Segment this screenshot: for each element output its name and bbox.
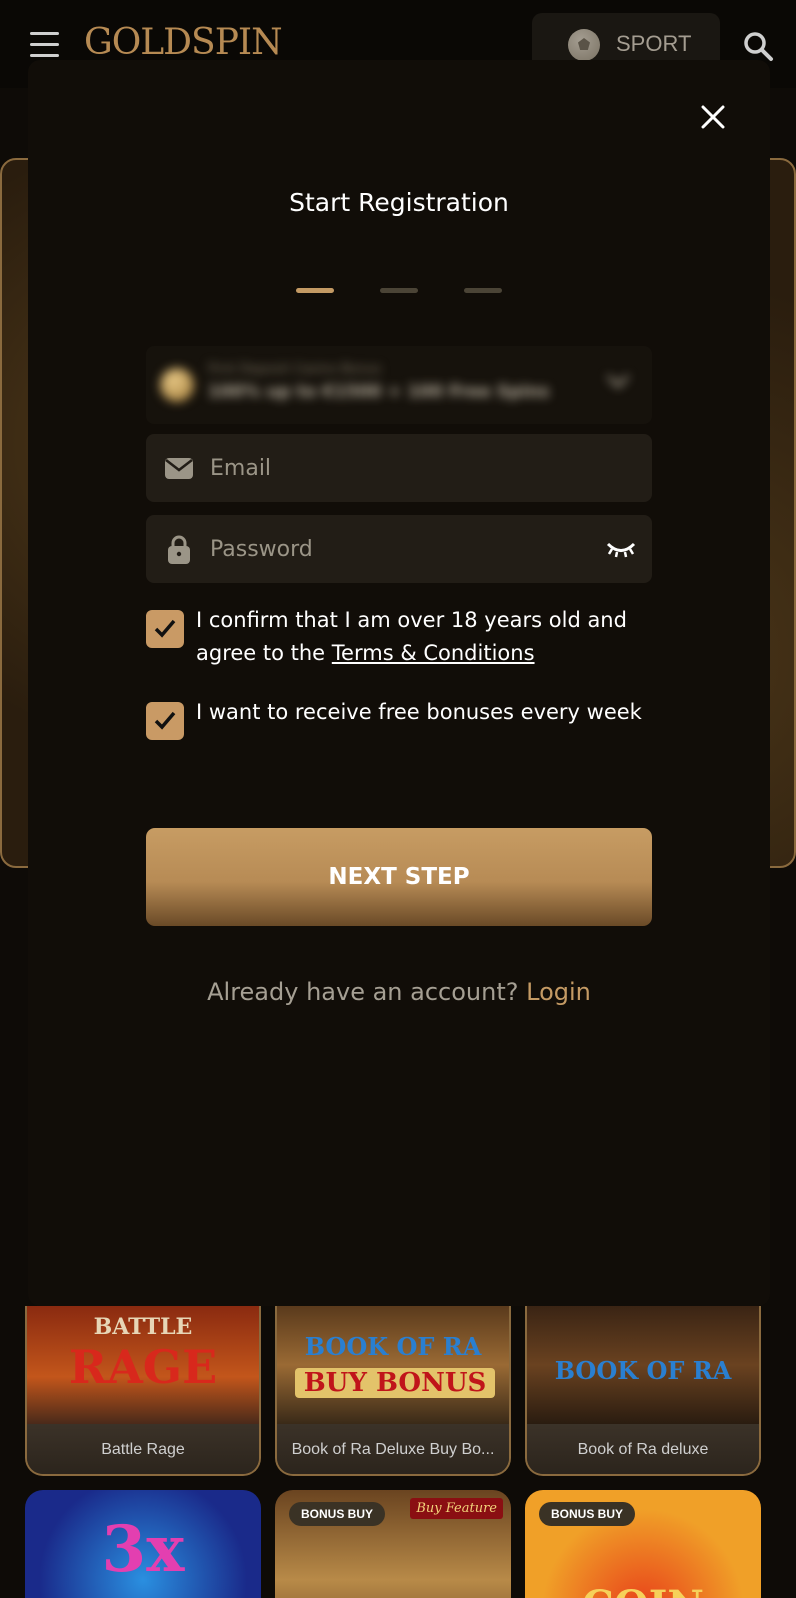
step-3-indicator xyxy=(464,288,502,293)
login-prompt-text: Already have an account? xyxy=(207,978,519,1006)
checkmark-icon xyxy=(154,619,176,638)
goldspin-logo[interactable]: GOLDSPIN xyxy=(84,22,283,63)
bonus-optin-checkbox[interactable] xyxy=(146,702,184,740)
game-thumbnail: BOOK OF RA BUY BONUS xyxy=(277,1306,509,1424)
login-link[interactable]: Login xyxy=(526,978,591,1006)
close-icon[interactable] xyxy=(698,102,728,132)
game-art-text: 3x xyxy=(101,1512,185,1587)
game-art-text: BUY BONUS xyxy=(295,1368,495,1398)
buy-feature-label: Buy Feature xyxy=(410,1498,503,1519)
envelope-icon xyxy=(165,458,193,479)
chevron-down-icon xyxy=(606,374,630,388)
checkmark-icon xyxy=(154,711,176,730)
step-2-indicator xyxy=(380,288,418,293)
game-art-text: BATTLE xyxy=(93,1314,193,1340)
game-title: Battle Rage xyxy=(27,1424,259,1474)
game-thumbnail: BATTLE RAGE xyxy=(27,1306,259,1424)
coin-icon xyxy=(160,368,194,402)
game-card[interactable]: BOOK OF RA BUY BONUS Book of Ra Deluxe B… xyxy=(275,1306,511,1476)
bonus-select-value: 100% up to €1500 + 100 Free Spins xyxy=(208,382,550,402)
bonus-select[interactable]: First Deposit Casino Bonus 100% up to €1… xyxy=(146,346,652,424)
terms-link[interactable]: Terms & Conditions xyxy=(332,641,535,665)
bonus-optin-row: I want to receive free bonuses every wee… xyxy=(146,696,652,766)
email-field xyxy=(146,434,652,502)
sport-tab-label: SPORT xyxy=(616,31,692,56)
age-confirm-row: I confirm that I am over 18 years old an… xyxy=(146,604,652,674)
game-art-text: COIN xyxy=(525,1582,761,1598)
step-indicator xyxy=(296,288,502,294)
step-1-indicator xyxy=(296,288,334,293)
lock-icon xyxy=(168,535,190,564)
password-input[interactable] xyxy=(210,515,590,583)
game-thumbnail: BOOK OF RA xyxy=(527,1306,759,1424)
eye-closed-icon[interactable] xyxy=(606,539,636,559)
registration-modal: Start Registration First Deposit Casino … xyxy=(28,60,770,1306)
bonus-buy-badge: BONUS BUY xyxy=(289,1502,386,1526)
game-title: Book of Ra Deluxe Buy Bo... xyxy=(277,1424,509,1474)
game-art-text: BOOK OF RA xyxy=(554,1356,732,1385)
age-confirm-label: I confirm that I am over 18 years old an… xyxy=(196,604,656,670)
bonus-optin-label: I want to receive free bonuses every wee… xyxy=(196,700,642,724)
soccer-ball-icon xyxy=(568,29,600,61)
game-thumbnail[interactable]: BONUS BUY COIN xyxy=(525,1490,761,1598)
game-thumbnail[interactable]: 3x xyxy=(25,1490,261,1598)
email-input[interactable] xyxy=(210,434,590,502)
game-art-text: BOOK OF RA xyxy=(304,1332,482,1361)
age-confirm-checkbox[interactable] xyxy=(146,610,184,648)
game-card[interactable]: BOOK OF RA Book of Ra deluxe xyxy=(525,1306,761,1476)
game-thumbnail[interactable]: BONUS BUY Buy Feature xyxy=(275,1490,511,1598)
bonus-select-label: First Deposit Casino Bonus xyxy=(208,362,382,377)
password-field xyxy=(146,515,652,583)
game-art-text: RAGE xyxy=(68,1340,218,1394)
login-prompt-line: Already have an account? Login xyxy=(28,978,770,1006)
game-card[interactable]: BATTLE RAGE Battle Rage xyxy=(25,1306,261,1476)
bonus-buy-badge: BONUS BUY xyxy=(539,1502,636,1526)
game-title: Book of Ra deluxe xyxy=(527,1424,759,1474)
modal-title: Start Registration xyxy=(289,188,509,217)
next-step-button[interactable]: NEXT STEP xyxy=(146,828,652,926)
menu-icon[interactable] xyxy=(30,32,59,58)
search-icon[interactable] xyxy=(742,30,774,62)
